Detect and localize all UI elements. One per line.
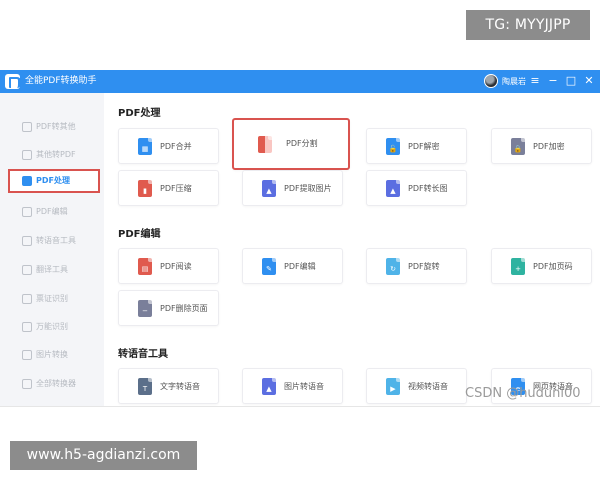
image-extract-icon: ▲ [262, 180, 276, 197]
video-to-speech-icon: ▶ [386, 378, 400, 395]
grid-icon [22, 379, 32, 389]
tool-label: PDF旋转 [408, 262, 440, 271]
close-button[interactable]: ✕ [582, 74, 596, 88]
sidebar-item-label: 翻译工具 [36, 265, 68, 274]
tool-label: PDF加密 [533, 142, 565, 151]
tool-label: PDF转长图 [408, 184, 448, 193]
app-logo-icon [5, 74, 21, 89]
user-avatar[interactable] [484, 74, 498, 88]
sidebar-item-pdf-processing[interactable]: PDF处理 [8, 169, 100, 193]
image-to-speech-icon: ▲ [262, 378, 276, 395]
tool-video-to-speech[interactable]: ▶ 视频转语音 [366, 368, 467, 404]
tool-pdf-merge[interactable]: ▦ PDF合并 [118, 128, 219, 164]
translate-icon [22, 265, 32, 275]
section-title-pdf-edit: PDF编辑 [118, 229, 161, 240]
text-to-speech-icon: T [138, 378, 152, 395]
scan-icon [22, 322, 32, 332]
section-title-speech-tools: 转语音工具 [118, 349, 168, 360]
split-icon [258, 136, 272, 153]
minimize-button[interactable]: − [546, 74, 560, 88]
tool-pdf-extract-images[interactable]: ▲ PDF提取图片 [242, 170, 343, 206]
tool-label: PDF编辑 [284, 262, 316, 271]
tool-pdf-split[interactable]: PDF分割 [232, 118, 350, 170]
sidebar-item-label: 其他转PDF [36, 150, 76, 159]
tool-pdf-edit[interactable]: ✎ PDF编辑 [242, 248, 343, 284]
url-watermark-badge: www.h5-agdianzi.com [10, 441, 197, 470]
ticket-icon [22, 294, 32, 304]
sidebar-item-label: PDF转其他 [36, 122, 76, 131]
file-out-icon [22, 122, 32, 132]
tool-pdf-to-long-image[interactable]: ▲ PDF转长图 [366, 170, 467, 206]
read-icon: ▤ [138, 258, 152, 275]
sidebar-item-speech-tools[interactable]: 转语音工具 [8, 229, 100, 253]
tool-label: PDF提取图片 [284, 184, 332, 193]
sidebar-item-label: 转语音工具 [36, 236, 76, 245]
tool-label: PDF分割 [286, 139, 318, 148]
tool-pdf-read[interactable]: ▤ PDF阅读 [118, 248, 219, 284]
tool-label: PDF压缩 [160, 184, 192, 193]
sidebar-item-translate-tools[interactable]: 翻译工具 [8, 258, 100, 282]
sidebar-item-pdf-to-other[interactable]: PDF转其他 [8, 115, 100, 139]
app-window: 全能PDF转换助手 陶晨岩 ≡ − □ ✕ PDF转其他 其他转PDF PDF处… [0, 70, 600, 407]
tool-label: PDF加页码 [533, 262, 573, 271]
tool-label: PDF合并 [160, 142, 192, 151]
sidebar-item-ticket-recognition[interactable]: 票证识别 [8, 287, 100, 311]
tool-pdf-delete-pages[interactable]: − PDF删除页面 [118, 290, 219, 326]
speech-icon [22, 236, 32, 246]
sidebar-item-label: 全部转换器 [36, 379, 76, 388]
tool-label: PDF阅读 [160, 262, 192, 271]
menu-icon[interactable]: ≡ [528, 74, 542, 88]
csdn-watermark: CSDN @huduni00 [465, 386, 581, 401]
sidebar-item-label: PDF编辑 [36, 207, 68, 216]
user-name[interactable]: 陶晨岩 [502, 70, 526, 93]
sidebar: PDF转其他 其他转PDF PDF处理 PDF编辑 转语音工具 翻译工具 票证识… [0, 93, 104, 406]
tool-label: PDF删除页面 [160, 304, 208, 313]
rotate-icon: ↻ [386, 258, 400, 275]
tool-image-to-speech[interactable]: ▲ 图片转语音 [242, 368, 343, 404]
sidebar-item-label: 票证识别 [36, 294, 68, 303]
long-image-icon: ▲ [386, 180, 400, 197]
delete-page-icon: − [138, 300, 152, 317]
section-title-pdf-processing: PDF处理 [118, 108, 161, 119]
unlock-icon: 🔓 [386, 138, 400, 155]
tool-pdf-compress[interactable]: ▮ PDF压缩 [118, 170, 219, 206]
tool-label: 图片转语音 [284, 382, 324, 391]
tool-pdf-add-page-numbers[interactable]: + PDF加页码 [491, 248, 592, 284]
merge-icon: ▦ [138, 138, 152, 155]
image-icon [22, 350, 32, 360]
sidebar-item-other-to-pdf[interactable]: 其他转PDF [8, 143, 100, 167]
tool-pdf-encrypt[interactable]: 🔒 PDF加密 [491, 128, 592, 164]
tool-pdf-decrypt[interactable]: 🔓 PDF解密 [366, 128, 467, 164]
sidebar-item-label: PDF处理 [36, 176, 70, 185]
maximize-button[interactable]: □ [564, 74, 578, 88]
compress-icon: ▮ [138, 180, 152, 197]
pdf-tools-icon [22, 176, 32, 186]
edit-icon: ✎ [262, 258, 276, 275]
lock-icon: 🔒 [511, 138, 525, 155]
sidebar-item-universal-recognition[interactable]: 万能识别 [8, 315, 100, 339]
tool-pdf-rotate[interactable]: ↻ PDF旋转 [366, 248, 467, 284]
sidebar-item-label: 万能识别 [36, 322, 68, 331]
app-title: 全能PDF转换助手 [25, 76, 97, 86]
tg-watermark-badge: TG: MYYJJPP [466, 10, 590, 40]
sidebar-item-image-convert[interactable]: 图片转换 [8, 343, 100, 367]
sidebar-item-label: 图片转换 [36, 350, 68, 359]
page-number-icon: + [511, 258, 525, 275]
sidebar-item-all-converters[interactable]: 全部转换器 [8, 372, 100, 396]
tool-label: PDF解密 [408, 142, 440, 151]
tool-text-to-speech[interactable]: T 文字转语音 [118, 368, 219, 404]
sidebar-item-pdf-edit[interactable]: PDF编辑 [8, 200, 100, 224]
tool-label: 视频转语音 [408, 382, 448, 391]
title-bar: 全能PDF转换助手 陶晨岩 ≡ − □ ✕ [0, 70, 600, 93]
file-in-icon [22, 150, 32, 160]
edit-icon [22, 207, 32, 217]
tool-label: 文字转语音 [160, 382, 200, 391]
